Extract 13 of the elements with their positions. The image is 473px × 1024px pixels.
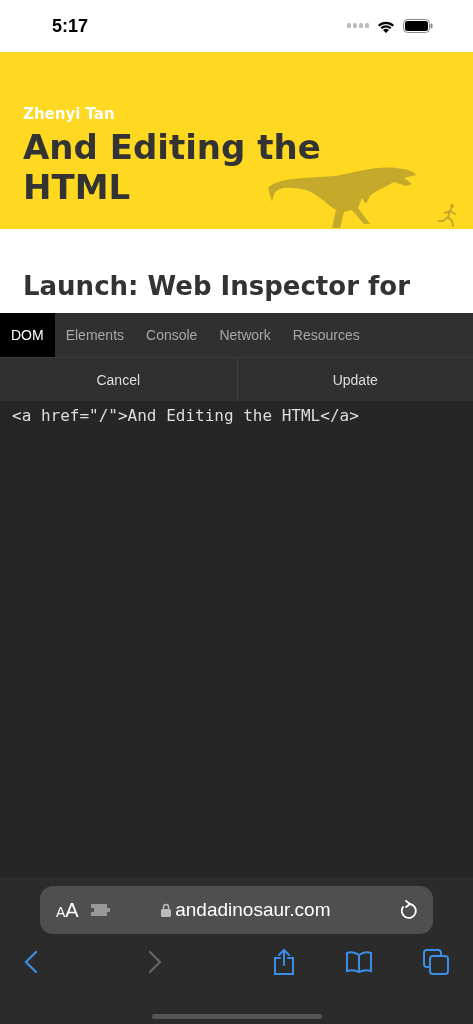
inspector-tab[interactable]: Console <box>135 313 209 357</box>
inspector-tab[interactable]: DOM <box>0 313 55 357</box>
address-bar[interactable]: AA andadinosaur.com <box>40 886 433 934</box>
text-size-button[interactable]: AA <box>56 898 79 922</box>
inspector-tab[interactable]: Elements <box>54 313 136 357</box>
clock-time: 5:17 <box>52 15 89 37</box>
article-heading: Launch: Web Inspector for <box>23 270 411 303</box>
inspector-tab[interactable]: Resources <box>281 313 371 357</box>
url-text: andadinosaur.com <box>175 899 331 921</box>
html-editor[interactable]: <a href="/">And Editing the HTML</a> <box>0 401 473 877</box>
action-button[interactable]: Cancel <box>0 358 237 401</box>
inspector-tab[interactable]: Network <box>208 313 282 357</box>
post-title[interactable]: And Editing the HTML <box>23 127 403 207</box>
